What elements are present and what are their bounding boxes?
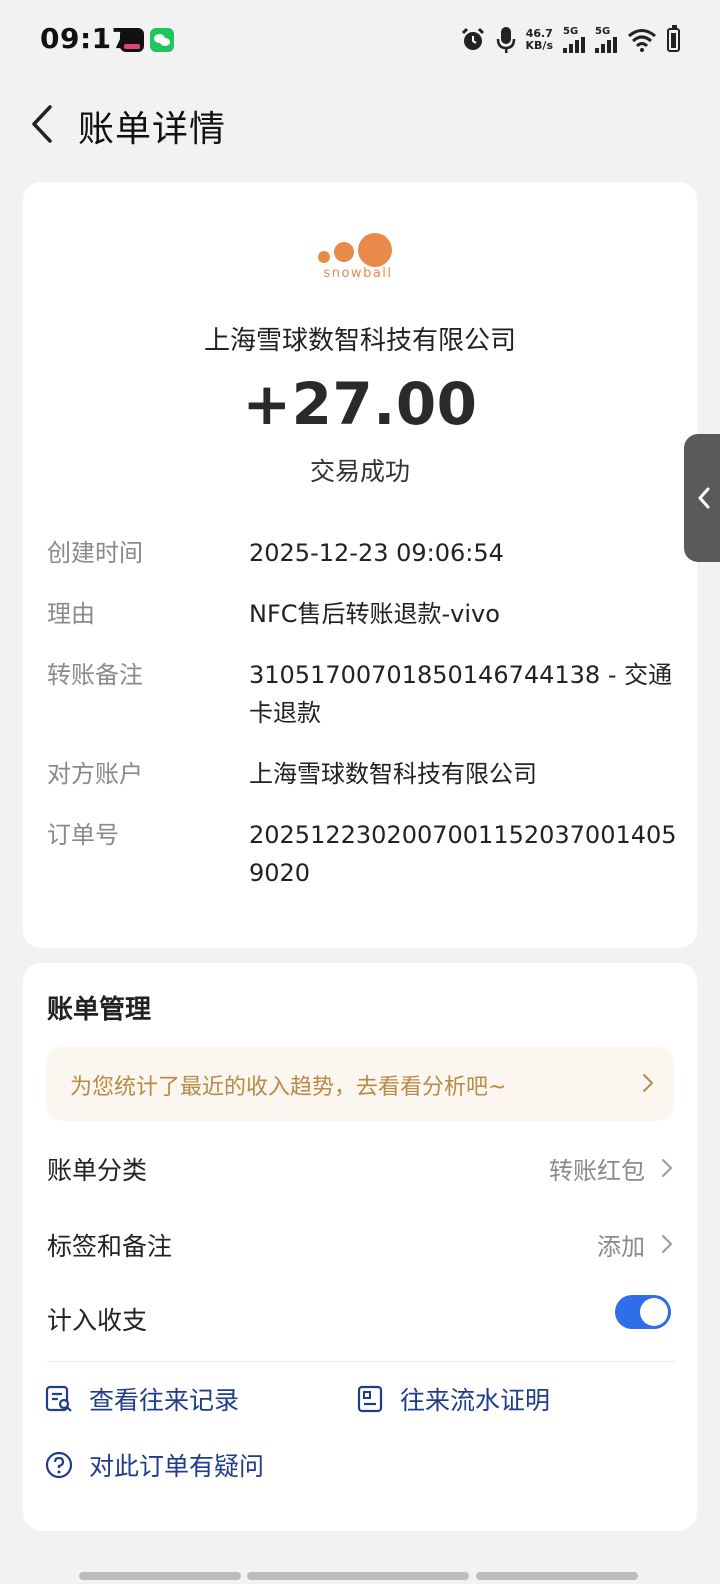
- field-label: 对方账户: [47, 760, 143, 788]
- side-panel-handle[interactable]: [684, 434, 720, 562]
- field-label: 订单号: [47, 821, 119, 849]
- transaction-status: 交易成功: [309, 457, 410, 486]
- include-in-stats-row: 计入收支: [47, 1295, 675, 1337]
- view-history-label: 查看往来记录: [89, 1386, 240, 1415]
- order-question-label: 对此订单有疑问: [89, 1452, 265, 1481]
- chevron-left-icon: [32, 105, 52, 143]
- sim2-label: 5G: [595, 26, 611, 37]
- status-time: 09:17: [40, 22, 132, 55]
- wifi-icon: [628, 29, 656, 52]
- field-label: 创建时间: [47, 539, 143, 567]
- chevron-left-icon: [698, 487, 710, 509]
- signal-sim1: 5G: [563, 27, 585, 53]
- merchant-logo-text: snowball: [323, 266, 392, 281]
- status-bar: 09:17 46.7 KB/s 5G 5G: [0, 0, 720, 80]
- field-label: 转账备注: [47, 661, 143, 689]
- bill-management-card: 账单管理 为您统计了最近的收入趋势，去看看分析吧~ 账单分类 转账红包 标签和备…: [23, 963, 697, 1531]
- transaction-proof-link[interactable]: 往来流水证明: [356, 1381, 550, 1417]
- bill-category-value: 转账红包: [549, 1157, 645, 1185]
- section-title: 账单管理: [47, 995, 152, 1025]
- record-search-icon: [45, 1385, 72, 1412]
- chevron-right-icon: [662, 1159, 672, 1177]
- bill-detail-card: snowball 上海雪球数智科技有限公司 +27.00 交易成功 创建时间 2…: [23, 182, 697, 948]
- tags-notes-label: 标签和备注: [47, 1232, 173, 1261]
- divider: [47, 1361, 675, 1362]
- bill-category-row[interactable]: 账单分类 转账红包: [47, 1147, 675, 1187]
- income-trend-banner[interactable]: 为您统计了最近的收入趋势，去看看分析吧~: [46, 1047, 674, 1121]
- bill-category-label: 账单分类: [47, 1156, 148, 1185]
- page-title: 账单详情: [78, 109, 227, 150]
- status-icons: 46.7 KB/s 5G 5G: [460, 24, 680, 56]
- merchant-logo: snowball: [318, 233, 392, 281]
- nav-indicator-left: [79, 1572, 241, 1580]
- chevron-right-icon: [662, 1235, 672, 1253]
- transaction-amount: +27.00: [242, 370, 478, 438]
- signal-icon: [563, 37, 585, 53]
- include-in-stats-toggle[interactable]: [615, 1295, 671, 1329]
- field-value: 20251223020070011520370014059020: [249, 821, 677, 887]
- tiktok-app-icon: [120, 28, 144, 52]
- field-value: NFC售后转账退款-vivo: [249, 600, 500, 628]
- help-icon: [45, 1451, 73, 1479]
- battery-icon: [667, 25, 680, 52]
- field-value: 2025-12-23 09:06:54: [249, 539, 504, 567]
- alarm-icon: [461, 27, 484, 50]
- field-value: 31051700701850146744138 - 交通卡退款: [249, 661, 673, 727]
- tags-notes-row[interactable]: 标签和备注 添加: [47, 1223, 675, 1263]
- net-speed-unit: KB/s: [525, 39, 553, 52]
- order-question-link[interactable]: 对此订单有疑问: [45, 1447, 264, 1483]
- wechat-app-icon: [150, 28, 174, 52]
- include-in-stats-label: 计入收支: [47, 1306, 148, 1335]
- tags-notes-value: 添加: [597, 1233, 645, 1261]
- promo-text: 为您统计了最近的收入趋势，去看看分析吧~: [70, 1075, 507, 1100]
- chevron-right-icon: [643, 1074, 653, 1092]
- mic-icon: [496, 27, 515, 53]
- top-bar: 账单详情: [0, 80, 720, 168]
- merchant-name: 上海雪球数智科技有限公司: [203, 326, 516, 356]
- net-speed: 46.7 KB/s: [526, 28, 553, 52]
- transaction-proof-label: 往来流水证明: [400, 1386, 551, 1415]
- back-button[interactable]: [22, 102, 62, 146]
- field-label: 理由: [47, 600, 95, 628]
- nav-indicator-right: [476, 1572, 638, 1580]
- sim1-label: 5G: [563, 26, 579, 37]
- nav-indicator-center: [247, 1572, 469, 1580]
- view-history-link[interactable]: 查看往来记录: [45, 1381, 239, 1417]
- field-value: 上海雪球数智科技有限公司: [249, 760, 537, 788]
- certificate-icon: [357, 1385, 383, 1413]
- signal-icon: [595, 37, 617, 53]
- signal-sim2: 5G: [595, 27, 617, 53]
